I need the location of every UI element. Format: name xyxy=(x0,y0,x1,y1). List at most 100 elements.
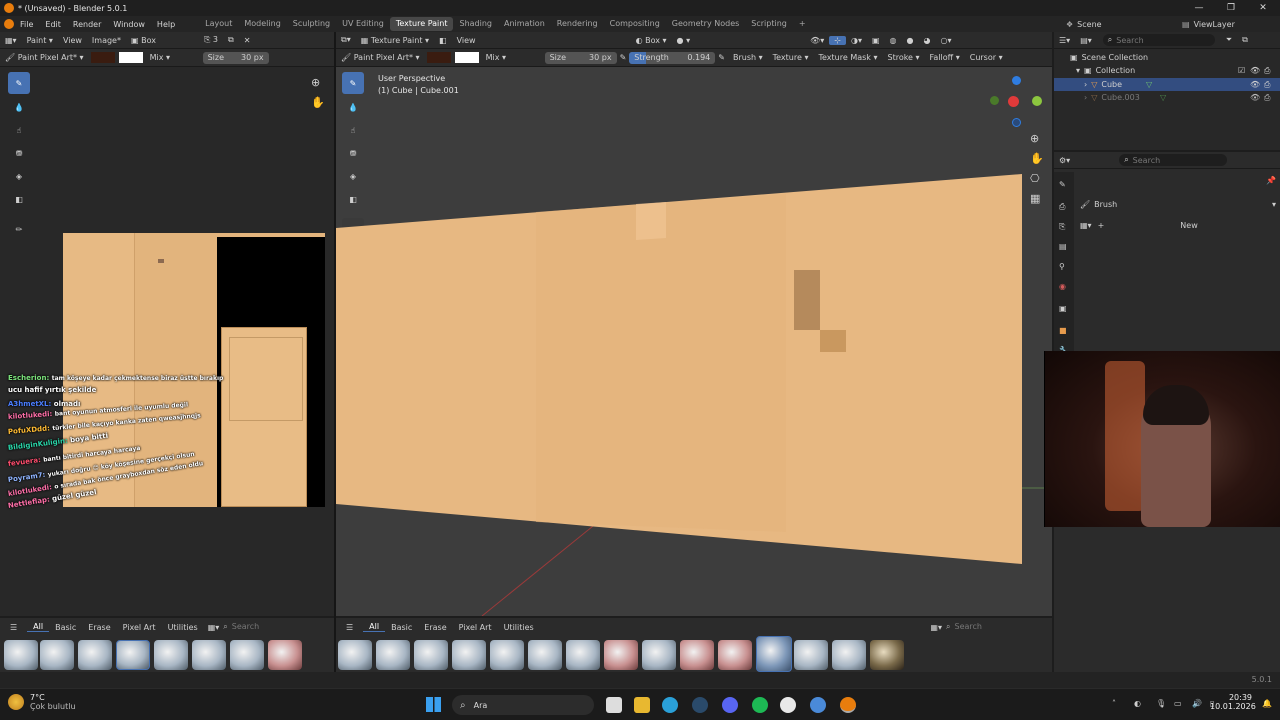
viewport-3d[interactable]: ⧉▾ ▦ Texture Paint ▾ ◧ View ◐ Box ▾ ● ▾ … xyxy=(336,32,1052,616)
disclosure-icon[interactable]: › xyxy=(1084,80,1087,89)
camera-icon[interactable]: ⎙ xyxy=(1264,66,1270,76)
menu-help[interactable]: Help xyxy=(151,20,181,29)
eye-icon[interactable]: 👁 xyxy=(1250,93,1260,102)
tab-scripting[interactable]: Scripting xyxy=(745,17,793,31)
unreal-icon[interactable] xyxy=(780,697,796,713)
vp-brush-thumb[interactable] xyxy=(376,640,410,670)
gizmo-neg-y-icon[interactable] xyxy=(990,96,999,105)
fill-tool[interactable]: ◈ xyxy=(8,165,30,187)
new-image-icon[interactable]: ⧉ xyxy=(223,35,239,45)
draw-tool[interactable]: ✎ xyxy=(8,72,30,94)
painted-plane[interactable] xyxy=(336,32,1052,616)
filter-icon[interactable]: ⏷ xyxy=(1221,35,1237,45)
brush-thumb[interactable] xyxy=(78,640,112,670)
annotate-tool[interactable]: ✏ xyxy=(8,218,30,240)
vp-shelf-display-icon[interactable]: ▦▾ xyxy=(926,623,946,632)
brush-thumb[interactable] xyxy=(230,640,264,670)
tray-chevron-icon[interactable]: ˄ xyxy=(1112,699,1116,708)
vp-zoom-icon[interactable]: ⊕ xyxy=(1030,132,1039,145)
disclosure-icon[interactable]: › xyxy=(1084,93,1087,102)
editor-type-icon[interactable]: ▦▾ xyxy=(0,36,22,45)
maximize-icon[interactable]: ❐ xyxy=(1220,0,1242,16)
brush-thumb[interactable] xyxy=(116,640,150,670)
primary-color-swatch[interactable] xyxy=(90,52,115,63)
vp-brush-thumb-erase[interactable] xyxy=(604,640,638,670)
soften-tool[interactable]: 💧 xyxy=(8,96,30,118)
vp-shelf-tab-utilities[interactable]: Utilities xyxy=(498,623,540,632)
vp-brush-thumb-active[interactable] xyxy=(756,636,792,672)
network-icon[interactable]: ▭ xyxy=(1174,699,1182,708)
close-icon[interactable]: ✕ xyxy=(1252,0,1274,16)
shelf-tab-pixel-art[interactable]: Pixel Art xyxy=(117,623,162,632)
menu-window[interactable]: Window xyxy=(107,20,151,29)
vp-brush-thumb[interactable] xyxy=(794,640,828,670)
brush-thumb-erase[interactable] xyxy=(268,640,302,670)
image-users[interactable]: ⎘ 3 xyxy=(199,35,223,45)
shelf-display-icon[interactable]: ▦▾ xyxy=(204,623,224,632)
task-view-icon[interactable] xyxy=(606,697,622,713)
vp-shelf-search[interactable]: ⌕ Search xyxy=(946,622,1052,632)
outliner-row-cube[interactable]: › ▽ Cube ▽ 👁 ⎙ xyxy=(1054,78,1280,91)
tab-animation[interactable]: Animation xyxy=(498,17,551,31)
vp-brush-thumb[interactable] xyxy=(642,640,676,670)
tool-tab-icon[interactable]: ✎ xyxy=(1059,180,1066,189)
clone-tool[interactable]: ⛃ xyxy=(8,142,30,164)
gizmo-x-icon[interactable] xyxy=(1008,96,1019,107)
blend-mode-dropdown[interactable]: Mix ▾ xyxy=(145,53,203,62)
tab-rendering[interactable]: Rendering xyxy=(551,17,604,31)
vp-shelf-tab-basic[interactable]: Basic xyxy=(385,623,418,632)
secondary-color-swatch[interactable] xyxy=(118,52,143,63)
shelf-menu-icon[interactable]: ☰ xyxy=(0,623,27,632)
brush-panel[interactable]: 🖌 Brush ▾ xyxy=(1080,198,1276,210)
unlink-icon[interactable]: ✕ xyxy=(239,36,256,45)
microphone-icon[interactable]: 🎙 xyxy=(1156,699,1166,708)
vp-shelf-tab-all[interactable]: All xyxy=(363,622,386,632)
disclosure-icon[interactable]: ▾ xyxy=(1076,66,1080,75)
volume-icon[interactable]: 🔊 xyxy=(1192,699,1202,708)
vp-brush-thumb[interactable] xyxy=(490,640,524,670)
vp-brush-thumb[interactable] xyxy=(832,640,866,670)
steam-icon[interactable] xyxy=(692,697,708,713)
gizmo-y-icon[interactable] xyxy=(1032,96,1042,106)
world-tab-icon[interactable]: ◉ xyxy=(1059,282,1066,291)
texture-browse-icon[interactable]: ▦▾ xyxy=(1080,221,1092,230)
vp-brush-thumb[interactable] xyxy=(870,640,904,670)
outliner-row-cube-003[interactable]: › ▽ Cube.003 ▽ 👁 ⎙ xyxy=(1054,91,1280,104)
windows-start-icon[interactable] xyxy=(426,697,441,712)
gizmo-z-icon[interactable] xyxy=(1012,76,1021,85)
display-mode-icon[interactable]: ▤▾ xyxy=(1075,36,1097,45)
tab-modeling[interactable]: Modeling xyxy=(238,17,286,31)
vp-brush-thumb[interactable] xyxy=(566,640,600,670)
camera-icon[interactable]: ⎙ xyxy=(1264,93,1270,103)
outliner-row-collection[interactable]: ▾ ▣ Collection ☑ 👁 ⎙ xyxy=(1054,64,1280,77)
view-menu[interactable]: View xyxy=(58,36,87,45)
panel-expand-icon[interactable]: ▾ xyxy=(1272,200,1276,209)
tab-texture-paint[interactable]: Texture Paint xyxy=(389,17,454,31)
tab-shading[interactable]: Shading xyxy=(453,17,498,31)
eye-icon[interactable]: 👁 xyxy=(1250,66,1260,75)
tab-layout[interactable]: Layout xyxy=(199,17,238,31)
vp-brush-thumb-erase[interactable] xyxy=(680,640,714,670)
scene-selector[interactable]: ❖ Scene xyxy=(1066,18,1154,30)
object-tab-icon[interactable]: ■ xyxy=(1059,326,1067,335)
image-menu[interactable]: Image* xyxy=(87,36,126,45)
shelf-tab-basic[interactable]: Basic xyxy=(49,623,82,632)
camera-icon[interactable]: ⎙ xyxy=(1264,80,1270,90)
outliner-search[interactable]: ⌕ Search xyxy=(1102,34,1215,46)
outliner-row-scene-collection[interactable]: ▣ Scene Collection xyxy=(1054,51,1280,64)
minimize-icon[interactable]: — xyxy=(1188,0,1210,16)
box-selector[interactable]: ▣ Box xyxy=(126,36,161,45)
vp-pan-icon[interactable]: ✋ xyxy=(1030,152,1044,165)
tab-geometry-nodes[interactable]: Geometry Nodes xyxy=(666,17,745,31)
blender-menu-icon[interactable] xyxy=(4,19,14,29)
brush-thumb[interactable] xyxy=(154,640,188,670)
app-icon[interactable] xyxy=(810,697,826,713)
file-explorer-icon[interactable] xyxy=(634,697,650,713)
scene-tab-icon[interactable]: ⚲ xyxy=(1059,262,1065,271)
mask-tool[interactable]: ◧ xyxy=(8,188,30,210)
discord-icon[interactable] xyxy=(722,697,738,713)
vp-shelf-tab-erase[interactable]: Erase xyxy=(418,623,452,632)
brush-thumb[interactable] xyxy=(40,640,74,670)
render-tab-icon[interactable]: ⎙ xyxy=(1059,202,1065,212)
brush-selector[interactable]: 🖌 Paint Pixel Art* ▾ xyxy=(0,53,89,62)
